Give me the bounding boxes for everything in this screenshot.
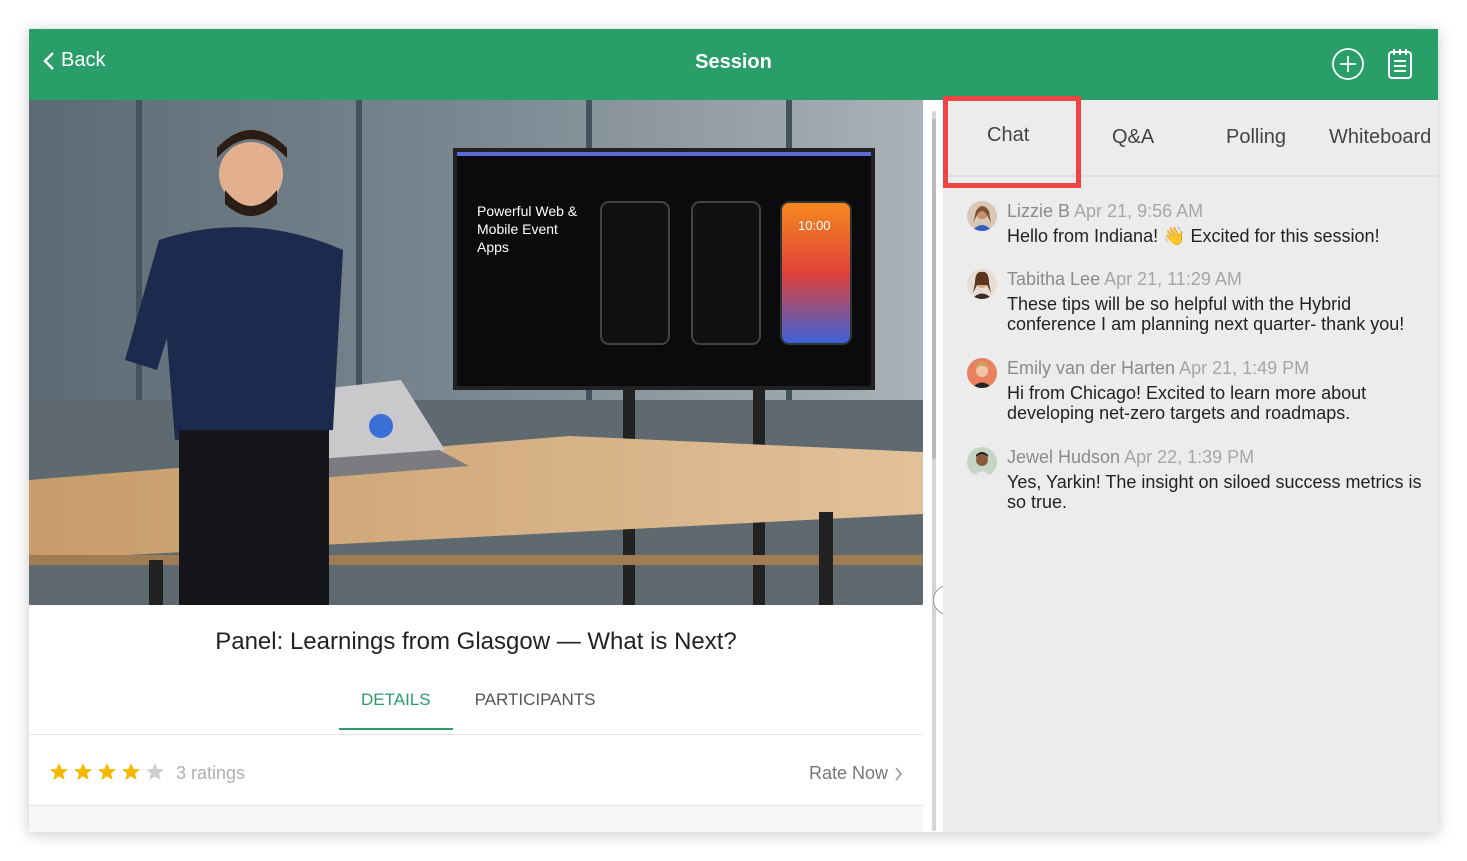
star-icon[interactable] [145, 762, 165, 782]
avatar [967, 358, 997, 388]
top-bar: Back Session [29, 29, 1438, 100]
message-time: Apr 21, 9:56 AM [1074, 201, 1204, 221]
svg-text:Apps: Apps [477, 239, 509, 255]
message-author: Jewel Hudson [1007, 447, 1121, 467]
scrollbar-thumb[interactable] [932, 119, 936, 459]
message-time: Apr 21, 1:49 PM [1179, 358, 1310, 378]
message-time: Apr 21, 11:29 AM [1104, 269, 1242, 289]
message-text: These tips will be so helpful with the H… [1007, 294, 1405, 334]
star-rating[interactable] [49, 762, 165, 782]
rate-now-label: Rate Now [808, 763, 888, 783]
bottom-strip [29, 806, 923, 832]
message-text: Yes, Yarkin! The insight on siloed succe… [1007, 472, 1422, 512]
panel-tabs: Chat Q&A Polling Whiteboard [943, 96, 1438, 188]
star-icon[interactable] [97, 762, 117, 782]
message-time: Apr 22, 1:39 PM [1124, 447, 1255, 467]
session-content: Powerful Web & Mobile Event Apps 10:00 P… [29, 100, 923, 832]
tab-polling[interactable]: Polling [1226, 126, 1286, 149]
message-text: Hello from Indiana! 👋 Excited for this s… [1007, 226, 1380, 246]
tab-qa[interactable]: Q&A [1112, 126, 1154, 149]
rate-now-link[interactable]: Rate Now [809, 763, 903, 784]
tab-participants[interactable]: PARTICIPANTS [453, 685, 618, 730]
notepad-icon[interactable] [1383, 47, 1417, 81]
star-icon[interactable] [49, 762, 69, 782]
plus-circle-icon[interactable] [1331, 47, 1365, 81]
app-window: Back Session Powerful Web & Mobile Event… [29, 29, 1438, 832]
session-title: Panel: Learnings from Glasgow — What is … [215, 628, 737, 655]
ratings-count: 3 ratings [176, 763, 246, 783]
star-icon[interactable] [73, 762, 93, 782]
session-video-frame: Powerful Web & Mobile Event Apps 10:00 [29, 100, 923, 605]
svg-text:10:00: 10:00 [798, 218, 831, 233]
avatar [967, 201, 997, 231]
tab-chat[interactable]: Chat [987, 124, 1029, 147]
session-tabs: DETAILS PARTICIPANTS [339, 685, 618, 730]
message-author: Emily van der Harten [1007, 358, 1176, 378]
star-icon[interactable] [121, 762, 141, 782]
interaction-panel: Chat Q&A Polling Whiteboard Lizzie B Apr… [943, 96, 1438, 832]
message-text: Hi from Chicago! Excited to learn more a… [1007, 383, 1367, 423]
avatar [967, 269, 997, 299]
video-player[interactable]: Powerful Web & Mobile Event Apps 10:00 [29, 100, 923, 605]
rating-row: 3 ratings Rate Now [29, 735, 923, 805]
tab-details[interactable]: DETAILS [339, 685, 453, 730]
svg-text:Mobile Event: Mobile Event [477, 221, 558, 237]
avatar [967, 447, 997, 477]
message-author: Lizzie B [1007, 201, 1071, 221]
tv-screen-text: Powerful Web & [477, 203, 578, 219]
message-author: Tabitha Lee [1007, 269, 1101, 289]
chevron-right-icon [895, 766, 903, 781]
tab-whiteboard[interactable]: Whiteboard [1329, 126, 1431, 149]
page-title: Session [695, 51, 772, 73]
